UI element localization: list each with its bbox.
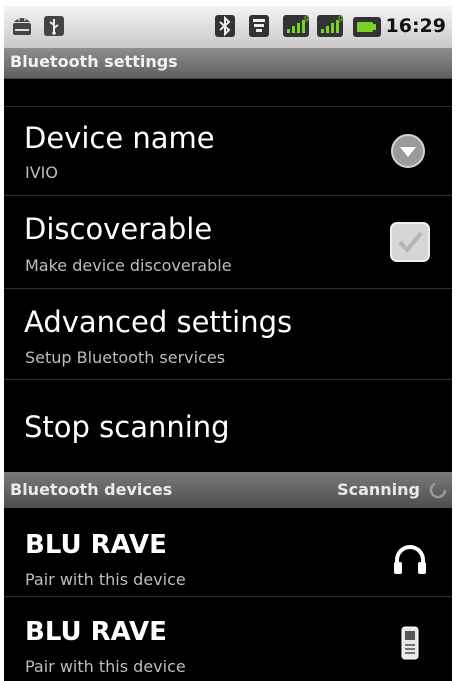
stop-scanning-label: Stop scanning: [24, 410, 230, 444]
advanced-settings-label: Advanced settings: [24, 305, 293, 339]
svg-text:g: g: [338, 13, 343, 22]
device-action: Pair with this device: [25, 570, 186, 589]
device-name-row[interactable]: Device name IVIO: [4, 107, 452, 195]
screen: g g 16:29 Bluetooth settings Device name…: [4, 6, 452, 681]
title-bar: Bluetooth settings: [4, 48, 452, 79]
status-bar: g g 16:29: [4, 6, 452, 48]
usb-icon: [42, 14, 66, 42]
device-name: BLU RAVE: [25, 617, 167, 647]
signal-icon: g: [316, 12, 346, 42]
device-list-item[interactable]: BLU RAVE Pair with this device: [4, 508, 452, 596]
svg-text:g: g: [304, 13, 309, 22]
android-icon: [10, 14, 34, 42]
device-name-label: Device name: [24, 121, 215, 155]
signal-icon: g: [282, 12, 312, 42]
dropdown-icon[interactable]: [390, 133, 426, 173]
scanning-status: Scanning: [337, 480, 420, 499]
phone-icon: [400, 625, 420, 665]
discoverable-summary: Make device discoverable: [25, 256, 232, 275]
clock: 16:29: [385, 15, 446, 37]
device-name-value: IVIO: [25, 163, 58, 182]
device-action: Pair with this device: [25, 657, 186, 676]
advanced-settings-row[interactable]: Advanced settings Setup Bluetooth servic…: [4, 289, 452, 379]
headphones-icon: [392, 544, 428, 580]
battery-icon: [352, 16, 382, 42]
device-name: BLU RAVE: [25, 530, 167, 560]
wifi-icon: [248, 14, 270, 42]
bluetooth-icon: [214, 14, 236, 42]
advanced-settings-summary: Setup Bluetooth services: [25, 348, 226, 367]
spinner-icon: [428, 480, 448, 504]
page-title: Bluetooth settings: [10, 52, 178, 71]
section-title: Bluetooth devices: [10, 480, 173, 499]
discoverable-label: Discoverable: [24, 212, 213, 246]
device-list-item[interactable]: BLU RAVE Pair with this device: [4, 597, 452, 681]
discoverable-row[interactable]: Discoverable Make device discoverable: [4, 196, 452, 288]
section-header: Bluetooth devices Scanning: [4, 472, 452, 508]
discoverable-checkbox[interactable]: [390, 222, 430, 266]
stop-scanning-row[interactable]: Stop scanning: [4, 380, 452, 472]
